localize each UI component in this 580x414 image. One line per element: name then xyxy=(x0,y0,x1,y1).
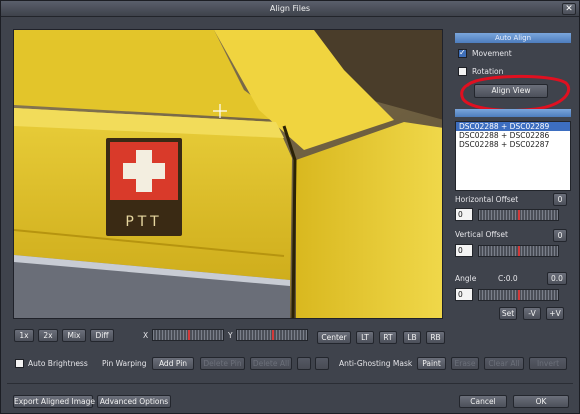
x-position-slider[interactable] xyxy=(152,329,224,341)
zoom-2x-button[interactable]: 2x xyxy=(38,329,58,342)
pair-list-header xyxy=(455,109,571,117)
image-viewport[interactable]: PTT xyxy=(13,29,443,319)
x-label: X xyxy=(143,331,149,340)
angle-slider[interactable] xyxy=(478,289,559,301)
erase-button[interactable]: Erase xyxy=(451,357,479,370)
angle-plus-button[interactable]: +V xyxy=(546,307,564,320)
lt-button[interactable]: LT xyxy=(356,331,374,344)
mix-button[interactable]: Mix xyxy=(62,329,86,342)
cancel-button[interactable]: Cancel xyxy=(459,395,507,408)
angle-reset-button[interactable]: 0.0 xyxy=(547,272,567,285)
slider-thumb[interactable] xyxy=(518,210,520,220)
slider-thumb[interactable] xyxy=(518,290,520,300)
title-bar: Align Files ✕ xyxy=(1,1,579,17)
pin-warping-label: Pin Warping xyxy=(102,359,147,368)
vertical-offset-slider[interactable] xyxy=(478,245,559,257)
vertical-offset-reset-button[interactable]: 0 xyxy=(553,229,567,242)
clear-all-mask-button[interactable]: Clear All xyxy=(484,357,524,370)
align-files-window: Align Files ✕ PTT Auto Align ✓ Movement … xyxy=(0,0,580,414)
zoom-1x-button[interactable]: 1x xyxy=(14,329,34,342)
invert-mask-button[interactable]: Invert xyxy=(529,357,567,370)
horizontal-offset-slider[interactable] xyxy=(478,209,559,221)
pin-next-button[interactable] xyxy=(315,357,329,370)
rb-button[interactable]: RB xyxy=(426,331,445,344)
list-item[interactable]: DSC02288 + DSC02286 xyxy=(456,131,570,140)
slider-thumb[interactable] xyxy=(188,330,190,340)
movement-label: Movement xyxy=(472,49,512,58)
advanced-options-button[interactable]: Advanced Options xyxy=(97,395,171,408)
diff-button[interactable]: Diff xyxy=(90,329,114,342)
horizontal-offset-input[interactable]: 0 xyxy=(455,208,473,221)
y-label: Y xyxy=(228,331,233,340)
close-button[interactable]: ✕ xyxy=(562,3,576,15)
auto-brightness-label: Auto Brightness xyxy=(28,359,88,368)
rt-button[interactable]: RT xyxy=(379,331,397,344)
sign-text: PTT xyxy=(125,214,162,230)
lb-button[interactable]: LB xyxy=(403,331,421,344)
anti-ghosting-label: Anti-Ghosting Mask xyxy=(339,359,413,368)
ok-button[interactable]: OK xyxy=(513,395,569,408)
vertical-offset-label: Vertical Offset xyxy=(455,230,508,239)
list-item[interactable]: DSC02288 + DSC02289 xyxy=(456,122,570,131)
photo-preview: PTT xyxy=(14,30,442,318)
angle-label: Angle xyxy=(455,274,477,283)
vertical-offset-input[interactable]: 0 xyxy=(455,244,473,257)
slider-thumb[interactable] xyxy=(272,330,274,340)
auto-align-header: Auto Align xyxy=(455,33,571,43)
horizontal-offset-label: Horizontal Offset xyxy=(455,195,519,204)
delete-pin-button[interactable]: Delete Pin xyxy=(200,357,245,370)
image-pair-list[interactable]: DSC02288 + DSC02289 DSC02288 + DSC02286 … xyxy=(455,121,571,191)
add-pin-button[interactable]: Add Pin xyxy=(152,357,194,370)
angle-minus-button[interactable]: -V xyxy=(523,307,541,320)
list-item[interactable]: DSC02288 + DSC02287 xyxy=(456,140,570,149)
paint-button[interactable]: Paint xyxy=(417,357,446,370)
footer-divider xyxy=(7,383,573,384)
annotation-circle-icon xyxy=(460,74,571,113)
center-button[interactable]: Center xyxy=(317,331,351,344)
movement-checkbox[interactable] xyxy=(458,48,467,58)
pin-prev-button[interactable] xyxy=(297,357,311,370)
slider-thumb[interactable] xyxy=(518,246,520,256)
horizontal-offset-reset-button[interactable]: 0 xyxy=(553,193,567,206)
angle-set-button[interactable]: Set xyxy=(499,307,517,320)
delete-all-pins-button[interactable]: Delete All xyxy=(250,357,292,370)
angle-input[interactable]: 0 xyxy=(455,288,473,301)
export-aligned-image-button[interactable]: Export Aligned Image xyxy=(13,395,95,408)
window-title: Align Files xyxy=(269,4,311,13)
angle-readout: C:0.0 xyxy=(498,274,518,283)
y-position-slider[interactable] xyxy=(236,329,308,341)
auto-brightness-checkbox[interactable] xyxy=(15,359,24,368)
